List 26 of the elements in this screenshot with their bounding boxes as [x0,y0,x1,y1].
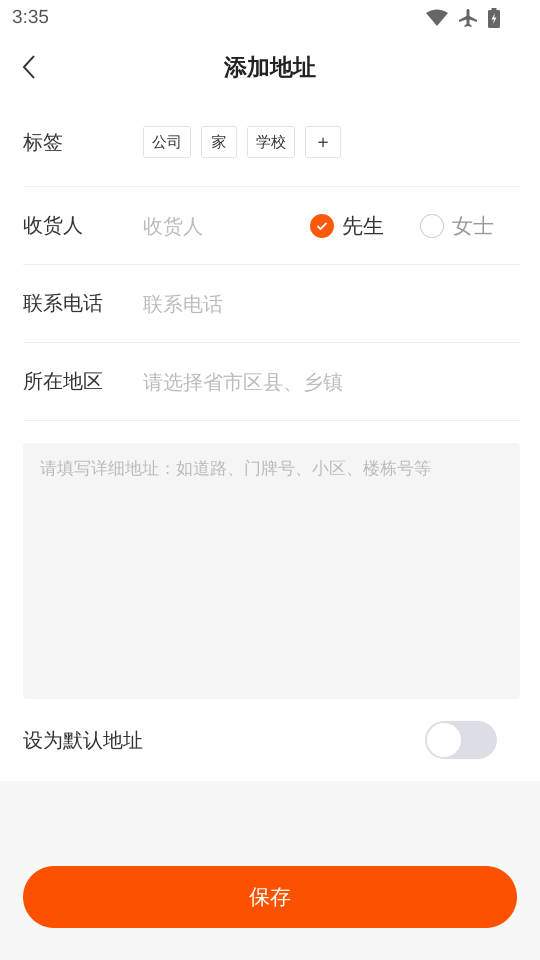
option-label: 先生 [342,212,384,240]
phone-input[interactable]: 联系电话 [143,292,520,316]
tag-chip[interactable]: 家 [201,126,237,158]
field-label: 标签 [23,128,64,156]
radio-button[interactable] [310,214,334,238]
airplane-icon [458,8,478,28]
status-time: 3:35 [12,7,49,29]
address-textarea[interactable]: 请填写详细地址：如道路、门牌号、小区、楼栋号等 [23,443,520,699]
default-label: 设为默认地址 [23,726,143,754]
back-icon [22,54,36,80]
name-input[interactable]: 收货人 [143,214,300,238]
option-label: 女士 [452,212,494,240]
back-button[interactable] [22,54,36,80]
tag-chip[interactable]: + [305,126,341,158]
tag-chip[interactable]: 学校 [247,126,295,158]
radio-button[interactable] [420,214,444,238]
page-title: 添加地址 [224,54,316,82]
tag-chip[interactable]: 公司 [143,126,191,158]
field-label: 所在地区 [23,368,104,395]
default-toggle[interactable] [425,721,497,759]
field-label: 联系电话 [23,290,104,317]
region-input[interactable]: 请选择省市区县、乡镇 [143,370,520,394]
field-label: 收货人 [23,212,84,239]
check-icon [316,220,328,230]
wifi-icon [426,9,448,27]
battery-charging-icon [488,8,500,28]
